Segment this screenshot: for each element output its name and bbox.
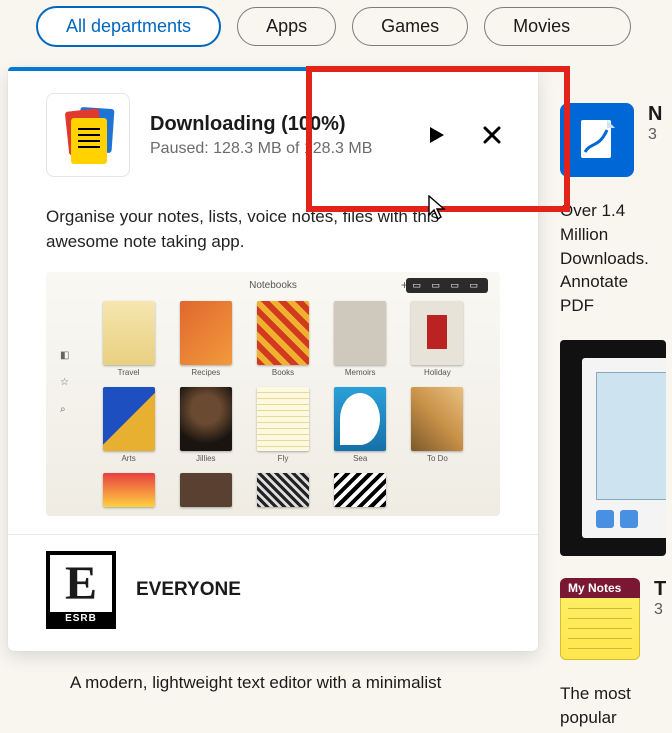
side-app-1[interactable]: N 3 xyxy=(560,103,666,177)
screenshot-grid: Travel Recipes Books Memoirs Holiday Art… xyxy=(56,295,490,507)
side-app-2[interactable]: My Notes T 3 xyxy=(560,578,666,660)
next-card-description: A modern, lightweight text editor with a… xyxy=(8,651,538,696)
tile-label: Travel xyxy=(118,368,140,377)
rating-label: EVERYONE xyxy=(136,579,241,601)
side-app-2-description: The most popular xyxy=(560,682,666,730)
star-icon: ☆ xyxy=(60,377,69,388)
side-app-1-sub: 3 xyxy=(648,126,662,144)
tile-label: Recipes xyxy=(191,368,220,377)
side-app-1-description: Over 1.4 Million Downloads. Annotate PDF xyxy=(560,199,666,318)
tile-label: To Do xyxy=(427,454,448,463)
tab-apps[interactable]: Apps xyxy=(237,7,336,46)
side-app-1-title: N xyxy=(648,103,662,126)
app-icon xyxy=(46,93,130,177)
download-title: Downloading (100%) xyxy=(150,113,402,136)
search-icon: ⌕ xyxy=(60,404,69,415)
cancel-button[interactable] xyxy=(478,121,506,149)
tile-label: Sea xyxy=(353,454,367,463)
pdf-app-icon xyxy=(560,103,634,177)
rating-org: ESRB xyxy=(50,612,112,625)
mynotes-header: My Notes xyxy=(560,578,640,598)
esrb-badge: E ESRB xyxy=(46,551,116,629)
rating-section: E ESRB EVERYONE xyxy=(8,535,538,651)
tile-label: Fly xyxy=(278,454,289,463)
app-description: Organise your notes, lists, voice notes,… xyxy=(8,191,538,266)
screenshot-toolbar: ▭ ▭ ▭ ▭ xyxy=(406,278,488,293)
play-resume-button[interactable] xyxy=(422,121,450,149)
tile-label: Jillies xyxy=(196,454,216,463)
app-screenshot: Notebooks + ▭ ▭ ▭ ▭ ◧ ☆ ⌕ Travel Recipes… xyxy=(46,272,500,516)
tile-label: Holiday xyxy=(424,368,451,377)
rating-letter: E xyxy=(65,560,97,608)
tile-label: Books xyxy=(272,368,294,377)
tab-all-departments[interactable]: All departments xyxy=(36,6,221,47)
side-app-1-screenshot xyxy=(560,340,666,556)
side-app-2-sub: 3 xyxy=(654,601,666,619)
mynotes-icon: My Notes xyxy=(560,578,640,660)
tile-label: Arts xyxy=(121,454,135,463)
tile-label: Memoirs xyxy=(345,368,376,377)
app-card: Downloading (100%) Paused: 128.3 MB of 1… xyxy=(8,67,538,651)
download-status: Paused: 128.3 MB of 128.3 MB xyxy=(150,140,402,158)
tab-movies[interactable]: Movies xyxy=(484,7,631,46)
screenshot-title: Notebooks xyxy=(249,280,297,291)
department-tabs: All departments Apps Games Movies xyxy=(0,0,672,67)
side-app-2-title: T xyxy=(654,578,666,601)
bookmark-icon: ◧ xyxy=(60,350,69,361)
tab-games[interactable]: Games xyxy=(352,7,468,46)
